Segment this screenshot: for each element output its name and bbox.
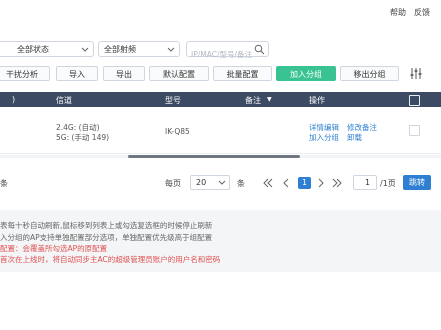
column-header-partial: ) bbox=[12, 95, 16, 104]
import-button[interactable]: 导入 bbox=[56, 66, 98, 81]
notice-panel: 表每十秒自动刷新,鼠标移到列表上或勾选复选框的时候停止刷新 入分组的AP支持单独… bbox=[0, 210, 441, 272]
batch-config-button[interactable]: 批量配置 bbox=[213, 66, 272, 81]
uninstall-link[interactable]: 卸载 bbox=[347, 132, 362, 143]
notice-line-1: 表每十秒自动刷新,鼠标移到列表上或勾选复选框的时候停止刷新 bbox=[0, 221, 213, 230]
page-number-input[interactable] bbox=[353, 175, 377, 190]
export-button[interactable]: 导出 bbox=[103, 66, 145, 81]
search-input[interactable] bbox=[191, 48, 257, 61]
last-page-icon[interactable] bbox=[332, 178, 342, 188]
chevron-down-icon bbox=[218, 180, 226, 185]
top-bar: 帮助 反馈 bbox=[0, 0, 441, 24]
column-header-action: 操作 bbox=[309, 96, 325, 105]
total-count-suffix: 条 bbox=[0, 179, 8, 188]
first-page-icon[interactable] bbox=[263, 178, 273, 188]
band-select[interactable]: 全部射频 bbox=[98, 41, 180, 57]
notice-line-3: 配置：会覆盖所勾选AP的原配置 bbox=[0, 244, 108, 253]
search-box bbox=[186, 41, 269, 61]
default-config-button[interactable]: 默认配置 bbox=[149, 66, 209, 81]
per-page-value: 20 bbox=[196, 178, 207, 187]
notice-line-4: 首次在上线时，将自动同步主AC的超级管理员账户的用户名和密码 bbox=[0, 255, 221, 264]
status-select[interactable]: 全部状态 bbox=[0, 41, 94, 57]
current-page-button[interactable]: 1 bbox=[298, 177, 311, 189]
per-page-unit: 条 bbox=[237, 179, 245, 188]
status-select-value: 全部状态 bbox=[17, 45, 49, 54]
jump-button[interactable]: 跳转 bbox=[403, 175, 431, 190]
add-group-link[interactable]: 加入分组 bbox=[309, 132, 339, 143]
table-header: ) 信道 型号 备注 ▼ 操作 bbox=[0, 92, 441, 107]
chevron-down-icon bbox=[81, 47, 89, 52]
add-to-group-button[interactable]: 加入分组 bbox=[276, 66, 336, 81]
row-checkbox[interactable] bbox=[409, 125, 420, 136]
column-settings-icon[interactable] bbox=[409, 67, 423, 80]
chevron-down-icon bbox=[167, 47, 175, 52]
prev-page-icon[interactable] bbox=[281, 178, 291, 188]
channel-5g: 5G: (手动 149) bbox=[56, 133, 110, 142]
page-total: /1页 bbox=[380, 179, 396, 188]
column-header-remark[interactable]: 备注 bbox=[245, 95, 261, 106]
model-value: IK-Q85 bbox=[165, 127, 190, 136]
band-select-value: 全部射频 bbox=[104, 45, 136, 54]
column-header-channel: 信道 bbox=[56, 96, 72, 105]
column-header-model: 型号 bbox=[165, 96, 181, 105]
notice-line-2: 入分组的AP支持单独配置部分选项，单独配置优先级高于组配置 bbox=[0, 233, 213, 242]
horizontal-scrollbar-thumb[interactable] bbox=[128, 155, 300, 158]
sort-down-icon[interactable]: ▼ bbox=[267, 96, 272, 103]
table-row: 2.4G: (自动) 5G: (手动 149) IK-Q85 详情编辑 修改备注… bbox=[0, 107, 441, 154]
select-all-checkbox[interactable] bbox=[409, 95, 420, 106]
feedback-link[interactable]: 反馈 bbox=[414, 7, 430, 18]
search-icon[interactable] bbox=[254, 44, 265, 55]
help-link[interactable]: 帮助 bbox=[390, 7, 406, 18]
next-page-icon[interactable] bbox=[316, 178, 326, 188]
remove-from-group-button[interactable]: 移出分组 bbox=[340, 66, 399, 81]
per-page-select[interactable]: 20 bbox=[190, 175, 230, 190]
per-page-label: 每页 bbox=[165, 179, 181, 188]
interference-analysis-button[interactable]: 干扰分析 bbox=[0, 66, 50, 81]
